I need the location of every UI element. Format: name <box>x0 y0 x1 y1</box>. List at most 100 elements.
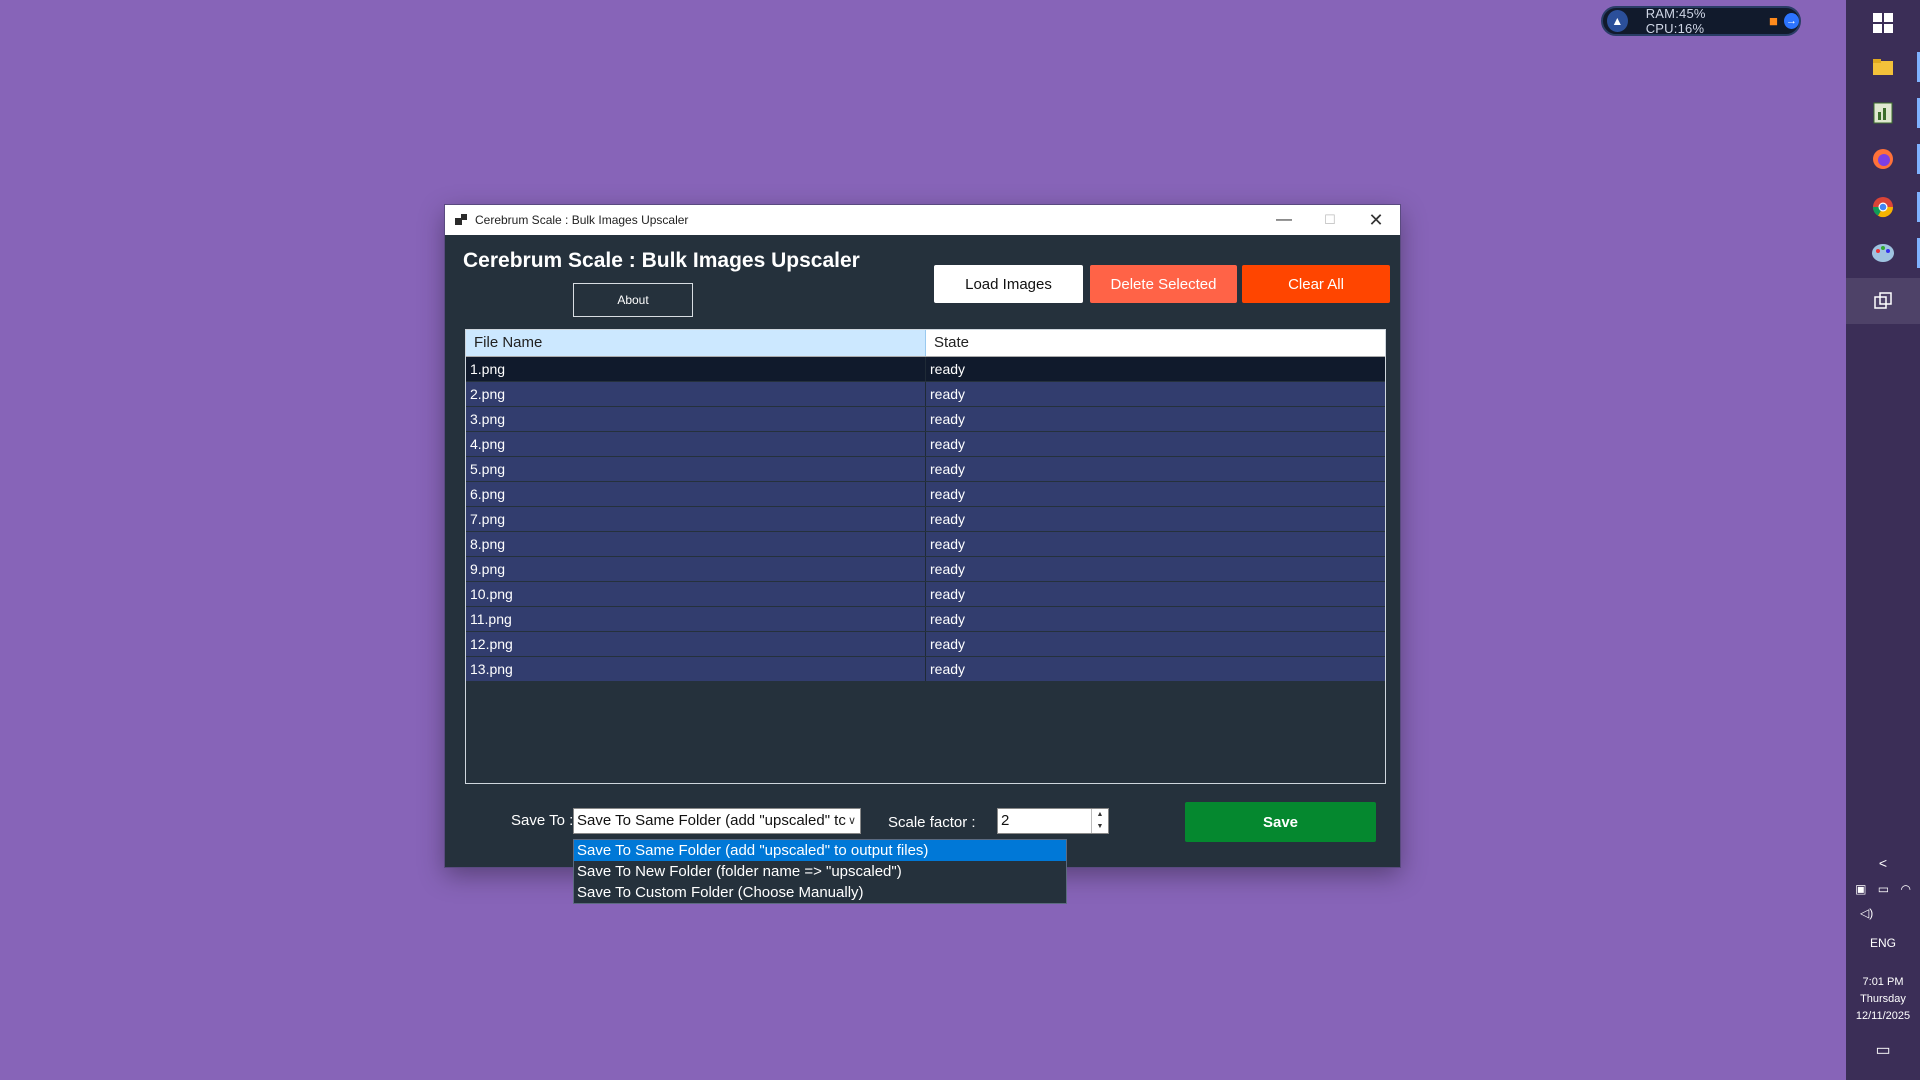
language-indicator[interactable]: ENG <box>1846 936 1920 950</box>
table-row[interactable]: 13.png ready <box>466 657 1385 682</box>
file-name-cell: 4.png <box>466 432 926 456</box>
taskbar-upscaler-app[interactable] <box>1846 278 1920 324</box>
table-row[interactable]: 8.png ready <box>466 532 1385 557</box>
file-name-cell: 6.png <box>466 482 926 506</box>
table-row[interactable]: 12.png ready <box>466 632 1385 657</box>
table-row[interactable]: 6.png ready <box>466 482 1385 507</box>
save-option-custom-folder[interactable]: Save To Custom Folder (Choose Manually) <box>574 882 1066 903</box>
app-icon <box>455 214 467 226</box>
clock-time: 7:01 PM <box>1862 976 1904 988</box>
save-to-selected-value: Save To Same Folder (add "upscaled" tc <box>577 812 846 829</box>
column-header-file-name[interactable]: File Name <box>466 330 926 356</box>
taskbar-sheets-app[interactable] <box>1846 90 1920 136</box>
palette-icon <box>1872 244 1894 262</box>
close-icon: ✕ <box>1368 209 1384 230</box>
scale-factor-label: Scale factor : <box>888 814 976 831</box>
state-cell: ready <box>930 661 966 677</box>
system-monitor-widget[interactable]: ▲ RAM:45% CPU:16% ■ → <box>1601 6 1801 36</box>
state-cell: ready <box>930 561 966 577</box>
table-row[interactable]: 9.png ready <box>466 557 1385 582</box>
table-row[interactable]: 4.png ready <box>466 432 1385 457</box>
close-button[interactable]: ✕ <box>1353 205 1399 235</box>
state-cell: ready <box>930 361 966 377</box>
state-cell: ready <box>930 436 966 452</box>
state-cell: ready <box>930 511 966 527</box>
about-button[interactable]: About <box>573 283 693 317</box>
minimize-button[interactable]: — <box>1261 205 1307 235</box>
security-icon[interactable]: ▣ <box>1855 882 1866 896</box>
volume-icon[interactable]: ◁) <box>1846 906 1920 920</box>
taskbar: < ▣ ▭ ◠ ◁) ENG 7:01 PM Thursday 12/11/20… <box>1846 0 1920 1080</box>
table-row[interactable]: 10.png ready <box>466 582 1385 607</box>
taskbar-firefox[interactable] <box>1846 136 1920 182</box>
file-table[interactable]: File Name State 1.png ready 2.png ready 3.pn… <box>465 329 1386 784</box>
state-cell: ready <box>930 636 966 652</box>
chevron-left-icon[interactable]: < <box>1846 855 1920 871</box>
arrow-right-icon[interactable]: → <box>1783 13 1799 29</box>
notification-icon[interactable]: ▭ <box>1846 1040 1920 1060</box>
folder-icon <box>1873 59 1893 75</box>
state-cell: ready <box>930 536 966 552</box>
monitor-stats: RAM:45% CPU:16% <box>1645 6 1706 36</box>
file-name-cell: 9.png <box>466 557 926 581</box>
delete-selected-button[interactable]: Delete Selected <box>1090 265 1237 303</box>
table-row[interactable]: 2.png ready <box>466 382 1385 407</box>
chevron-down-icon: ∨ <box>845 809 856 833</box>
table-body: 1.png ready 2.png ready 3.png ready 4.png ready… <box>466 357 1385 682</box>
taskbar-chrome[interactable] <box>1846 184 1920 230</box>
rocket-icon: ▲ <box>1607 10 1628 32</box>
file-name-cell: 7.png <box>466 507 926 531</box>
clock-day: Thursday <box>1860 993 1906 1005</box>
file-name-cell: 1.png <box>466 357 926 381</box>
windows-icon <box>1873 13 1893 33</box>
app-heading: Cerebrum Scale : Bulk Images Upscaler <box>463 249 860 272</box>
file-name-cell: 12.png <box>466 632 926 656</box>
app-window: Cerebrum Scale : Bulk Images Upscaler — … <box>445 205 1400 904</box>
scale-factor-stepper[interactable]: 2 ▲ ▼ <box>997 808 1109 834</box>
chrome-icon <box>1872 197 1894 218</box>
file-name-cell: 2.png <box>466 382 926 406</box>
file-name-cell: 5.png <box>466 457 926 481</box>
table-row[interactable]: 11.png ready <box>466 607 1385 632</box>
table-row[interactable]: 1.png ready <box>466 357 1385 382</box>
tray-icons: ▣ ▭ ◠ <box>1846 882 1920 896</box>
load-images-button[interactable]: Load Images <box>934 265 1083 303</box>
taskbar-file-explorer[interactable] <box>1846 44 1920 90</box>
file-name-cell: 13.png <box>466 657 926 681</box>
table-row[interactable]: 5.png ready <box>466 457 1385 482</box>
stepper-down-icon[interactable]: ▼ <box>1092 821 1108 833</box>
save-to-dropdown[interactable]: Save To Same Folder (add "upscaled" tc ∨ <box>573 808 861 834</box>
firefox-icon <box>1873 149 1893 169</box>
save-to-options-list: Save To Same Folder (add "upscaled" to o… <box>573 839 1067 904</box>
save-button[interactable]: Save <box>1185 802 1376 842</box>
maximize-button[interactable]: ☐ <box>1307 205 1353 235</box>
save-option-new-folder[interactable]: Save To New Folder (folder name => "upsc… <box>574 861 1066 882</box>
stepper-up-icon[interactable]: ▲ <box>1092 809 1108 821</box>
spreadsheet-icon <box>1873 102 1893 124</box>
window-title: Cerebrum Scale : Bulk Images Upscaler <box>475 213 689 227</box>
column-header-state[interactable]: State <box>926 330 1385 356</box>
table-row[interactable]: 3.png ready <box>466 407 1385 432</box>
save-option-same-folder[interactable]: Save To Same Folder (add "upscaled" to o… <box>574 840 1066 861</box>
state-cell: ready <box>930 586 966 602</box>
clock[interactable]: 7:01 PM Thursday 12/11/2025 <box>1846 974 1920 1025</box>
file-name-cell: 11.png <box>466 607 926 631</box>
app-window-icon <box>1874 292 1892 309</box>
table-header: File Name State <box>466 330 1385 357</box>
start-button[interactable] <box>1846 0 1920 46</box>
file-name-cell: 10.png <box>466 582 926 606</box>
state-cell: ready <box>930 411 966 427</box>
clear-all-button[interactable]: Clear All <box>1242 265 1390 303</box>
state-cell: ready <box>930 386 966 402</box>
file-name-cell: 8.png <box>466 532 926 556</box>
scale-factor-value: 2 <box>1001 812 1010 829</box>
title-bar[interactable]: Cerebrum Scale : Bulk Images Upscaler — … <box>445 205 1400 235</box>
battery-icon[interactable]: ▭ <box>1878 882 1889 896</box>
gift-icon[interactable]: ■ <box>1769 13 1778 30</box>
save-to-label: Save To : <box>511 812 574 829</box>
wifi-icon[interactable]: ◠ <box>1900 882 1910 896</box>
clock-date: 12/11/2025 <box>1855 1010 1911 1022</box>
state-cell: ready <box>930 461 966 477</box>
taskbar-paint-app[interactable] <box>1846 230 1920 276</box>
table-row[interactable]: 7.png ready <box>466 507 1385 532</box>
